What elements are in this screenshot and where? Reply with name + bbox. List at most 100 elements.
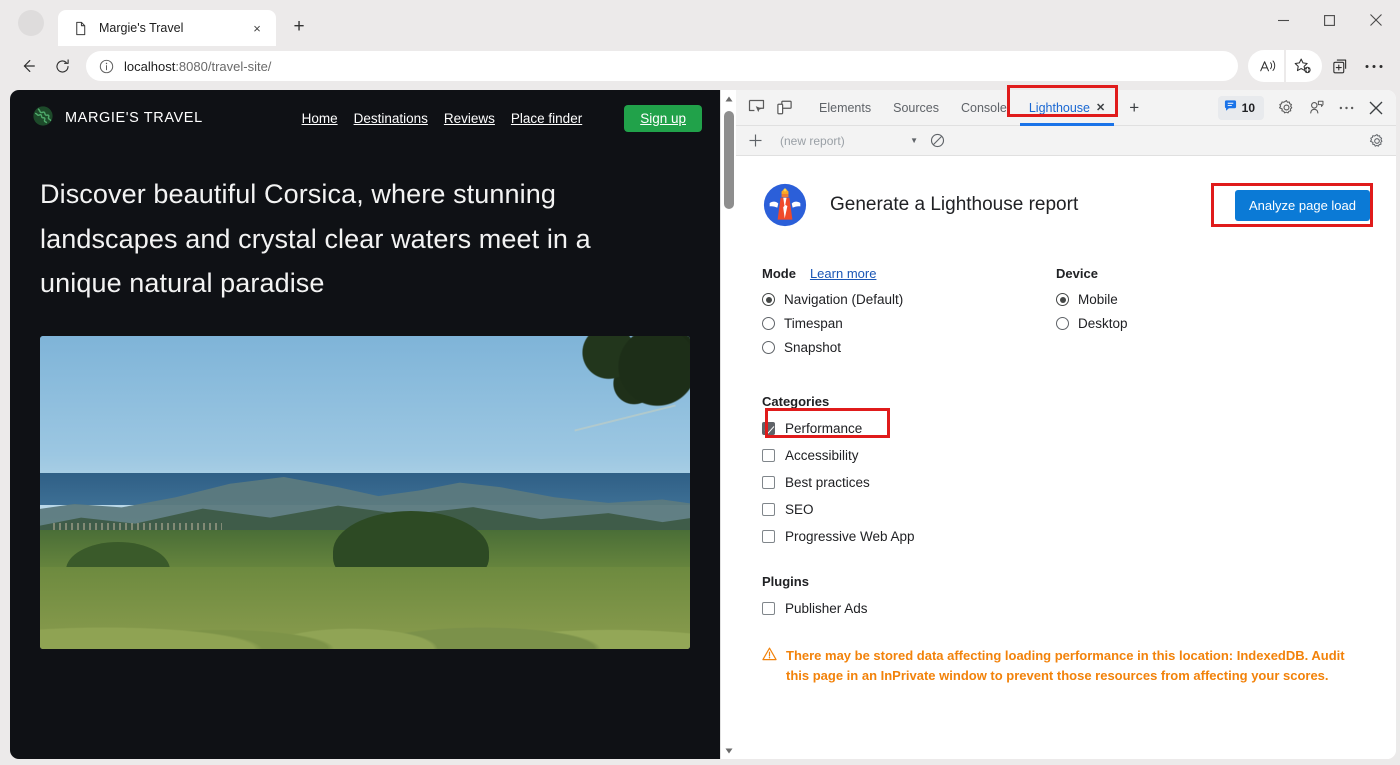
chevron-down-icon: ▼: [910, 136, 918, 145]
report-select[interactable]: (new report) ▼: [772, 130, 922, 151]
address-bar-actions: [1248, 50, 1390, 82]
category-seo[interactable]: SEO: [762, 502, 814, 517]
scroll-up-arrow-icon[interactable]: [721, 90, 737, 107]
page-scrollbar[interactable]: [720, 90, 736, 759]
nav-link-reviews[interactable]: Reviews: [444, 111, 495, 126]
hero-image-scrub: [40, 567, 690, 648]
checkbox-progressive-web-app[interactable]: [762, 530, 775, 543]
close-tab-icon[interactable]: ×: [246, 17, 268, 39]
url-host: localhost: [124, 59, 175, 74]
tab-console[interactable]: Console: [950, 90, 1018, 126]
analyze-page-load-button[interactable]: Analyze page load: [1235, 190, 1370, 221]
back-icon[interactable]: [12, 50, 44, 82]
category-performance[interactable]: Performance: [762, 421, 862, 436]
web-page-content: MARGIE'S TRAVEL Home Destinations Review…: [10, 90, 720, 759]
more-options-icon[interactable]: [1332, 94, 1360, 122]
radio-snapshot[interactable]: [762, 341, 775, 354]
nav-link-destinations[interactable]: Destinations: [354, 111, 428, 126]
add-report-button[interactable]: [742, 129, 768, 153]
tab-sources[interactable]: Sources: [882, 90, 950, 126]
nav-link-place-finder[interactable]: Place finder: [511, 111, 582, 126]
close-window-icon[interactable]: [1352, 0, 1400, 40]
scrollbar-thumb[interactable]: [724, 111, 734, 209]
learn-more-link[interactable]: Learn more: [810, 266, 876, 281]
category-performance-label: Performance: [785, 421, 862, 436]
add-favorite-icon[interactable]: [1286, 50, 1322, 82]
customize-devtools-icon[interactable]: [1302, 94, 1330, 122]
add-panel-button[interactable]: +: [1120, 94, 1148, 122]
tab-console-label: Console: [961, 101, 1007, 115]
inspect-element-icon[interactable]: [742, 94, 770, 122]
device-label: Device: [1056, 266, 1098, 281]
device-option-mobile[interactable]: Mobile: [1056, 292, 1370, 307]
stored-data-warning: There may be stored data affecting loadi…: [762, 646, 1362, 686]
category-best-practices[interactable]: Best practices: [762, 475, 870, 490]
issues-badge[interactable]: 10: [1218, 96, 1264, 120]
devtools-tab-bar: Elements Sources Console Lighthouse ✕ +: [736, 90, 1396, 126]
plugin-publisher-ads-label: Publisher Ads: [785, 601, 868, 616]
hero-image: [40, 336, 690, 649]
reload-icon[interactable]: [46, 50, 78, 82]
sign-up-button[interactable]: Sign up: [624, 105, 702, 132]
hero-heading: Discover beautiful Corsica, where stunni…: [40, 172, 680, 306]
plugin-publisher-ads[interactable]: Publisher Ads: [762, 601, 868, 616]
checkbox-publisher-ads[interactable]: [762, 602, 775, 615]
device-toolbar-icon[interactable]: [770, 94, 798, 122]
tab-title: Margie's Travel: [99, 21, 246, 35]
plugins-label: Plugins: [762, 574, 1370, 589]
browser-window: Margie's Travel × +: [0, 0, 1400, 765]
url-path: :8080/travel-site/: [175, 59, 271, 74]
checkbox-seo[interactable]: [762, 503, 775, 516]
profile-avatar[interactable]: [18, 10, 44, 36]
new-tab-button[interactable]: +: [284, 12, 314, 42]
tab-elements[interactable]: Elements: [808, 90, 882, 126]
mode-option-navigation[interactable]: Navigation (Default): [762, 292, 1056, 307]
mode-option-snapshot[interactable]: Snapshot: [762, 340, 1056, 355]
settings-gear-icon[interactable]: [1272, 94, 1300, 122]
category-accessibility[interactable]: Accessibility: [762, 448, 859, 463]
radio-navigation[interactable]: [762, 293, 775, 306]
radio-mobile[interactable]: [1056, 293, 1069, 306]
tab-lighthouse[interactable]: Lighthouse ✕: [1018, 90, 1116, 126]
scroll-down-arrow-icon[interactable]: [721, 742, 737, 759]
scrollbar-track[interactable]: [721, 107, 737, 742]
minimize-icon[interactable]: [1260, 0, 1306, 40]
mode-legend: Mode Learn more: [762, 266, 1056, 281]
tab-lighthouse-label: Lighthouse: [1029, 101, 1090, 115]
read-aloud-icon[interactable]: [1248, 50, 1284, 82]
radio-timespan[interactable]: [762, 317, 775, 330]
radio-desktop[interactable]: [1056, 317, 1069, 330]
checkbox-accessibility[interactable]: [762, 449, 775, 462]
issues-message-icon: [1224, 99, 1237, 117]
device-option-desktop[interactable]: Desktop: [1056, 316, 1370, 331]
web-page-viewport: MARGIE'S TRAVEL Home Destinations Review…: [10, 90, 736, 759]
category-seo-label: SEO: [785, 502, 814, 517]
tab-sources-label: Sources: [893, 101, 939, 115]
info-icon[interactable]: [96, 56, 116, 76]
lighthouse-start-view: Generate a Lighthouse report Analyze pag…: [736, 156, 1396, 759]
maximize-icon[interactable]: [1306, 0, 1352, 40]
clear-report-icon[interactable]: [924, 129, 950, 153]
settings-and-more-icon[interactable]: [1358, 50, 1390, 82]
site-brand[interactable]: MARGIE'S TRAVEL: [32, 105, 203, 132]
checkbox-best-practices[interactable]: [762, 476, 775, 489]
mode-label: Mode: [762, 266, 796, 281]
collections-icon[interactable]: [1324, 50, 1356, 82]
mode-option-snapshot-label: Snapshot: [784, 340, 841, 355]
close-devtools-icon[interactable]: [1362, 94, 1390, 122]
lighthouse-settings-icon[interactable]: [1364, 129, 1390, 153]
category-progressive-web-app-label: Progressive Web App: [785, 529, 915, 544]
content-split: MARGIE'S TRAVEL Home Destinations Review…: [0, 86, 1400, 765]
close-lighthouse-tab-icon[interactable]: ✕: [1096, 101, 1105, 114]
mode-option-timespan[interactable]: Timespan: [762, 316, 1056, 331]
category-progressive-web-app[interactable]: Progressive Web App: [762, 529, 915, 544]
address-bar[interactable]: localhost:8080/travel-site/: [86, 51, 1238, 81]
page-icon: [72, 20, 89, 37]
nav-link-home[interactable]: Home: [302, 111, 338, 126]
browser-tab[interactable]: Margie's Travel ×: [58, 10, 276, 46]
url-text: localhost:8080/travel-site/: [124, 59, 271, 74]
category-accessibility-label: Accessibility: [785, 448, 859, 463]
device-option-mobile-label: Mobile: [1078, 292, 1118, 307]
lighthouse-header: Generate a Lighthouse report Analyze pag…: [762, 182, 1370, 228]
checkbox-performance[interactable]: [762, 422, 775, 435]
